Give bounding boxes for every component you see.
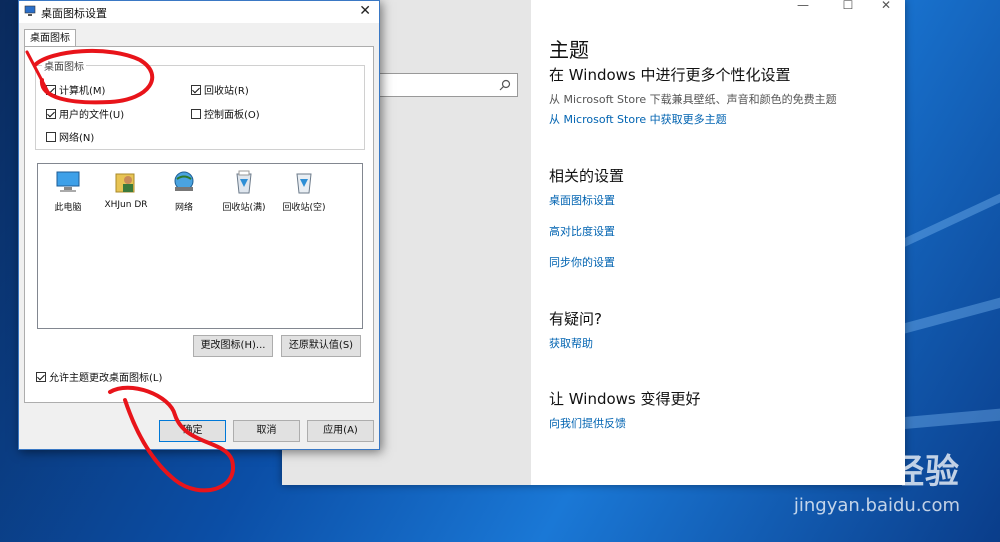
related-settings-heading: 相关的设置 [549,167,625,185]
checkbox-computer[interactable]: 计算机(M) [46,82,105,97]
desktop-icon-settings-dialog: 桌面图标设置 ✕ 桌面图标 桌面图标 计算机(M) 回收站(R) 用户的文件(U… [18,0,380,450]
checkbox-label: 计算机(M) [59,86,106,97]
search-icon [499,79,511,91]
watermark-logo: Baidu经验 [775,452,960,492]
checkbox-allow-themes[interactable]: 允许主题更改桌面图标(L) [36,369,162,384]
checkbox-label: 用户的文件(U) [59,110,125,121]
page-title: 主题 [549,38,589,62]
icon-item-recycle-bin-full[interactable]: 回收站(满) [214,170,274,213]
icon-list: 此电脑 XHJun DR 网络 回收站(满) 回收站(空) [37,163,363,329]
settings-search-input[interactable] [374,73,518,97]
icon-item-recycle-bin-empty[interactable]: 回收站(空) [274,170,334,213]
checkbox-control-panel[interactable]: 控制面板(O) [191,106,260,121]
store-link[interactable]: 从 Microsoft Store 中获取更多主题 [549,111,727,127]
question-heading: 有疑问? [549,310,602,328]
checkbox-box[interactable] [36,371,46,382]
watermark-url: jingyan.baidu.com [793,495,960,516]
desktop-icon-settings-link[interactable]: 桌面图标设置 [549,192,615,208]
tab-desktop-icons[interactable]: 桌面图标 [24,29,76,47]
feedback-link[interactable]: 向我们提供反馈 [549,415,626,431]
ok-button[interactable]: 确定 [159,420,226,442]
user-folder-icon [115,173,135,193]
icon-item-label: 回收站(空) [282,203,326,213]
icon-item-label: 网络 [174,203,193,213]
computer-icon [56,171,80,192]
checkbox-box[interactable] [46,108,56,119]
restore-default-button[interactable]: 还原默认值(S) [281,335,361,357]
icon-item-label: XHJun DR [104,200,148,210]
checkbox-label: 控制面板(O) [204,110,260,121]
monitor-icon [24,5,36,16]
group-label: 桌面图标 [42,58,86,73]
network-icon [174,171,194,191]
checkbox-label: 网络(N) [59,133,95,144]
icon-item-user-files[interactable]: XHJun DR [96,170,156,210]
improve-windows-heading: 让 Windows 变得更好 [549,390,701,408]
icon-item-this-pc[interactable]: 此电脑 [38,170,98,213]
icon-item-network[interactable]: 网络 [154,170,214,213]
checkbox-recycle-bin[interactable]: 回收站(R) [191,82,249,97]
icon-item-label: 此电脑 [54,203,82,213]
recycle-bin-empty-icon [296,173,312,194]
maximize-button[interactable]: ☐ [833,0,863,20]
checkbox-box[interactable] [191,108,201,119]
checkbox-label: 允许主题更改桌面图标(L) [49,373,163,384]
close-button[interactable]: ✕ [871,0,901,20]
dialog-title: 桌面图标设置 [41,7,107,20]
minimize-button[interactable]: — [788,0,818,20]
checkbox-user-files[interactable]: 用户的文件(U) [46,106,124,121]
recycle-bin-full-icon [236,170,252,194]
high-contrast-settings-link[interactable]: 高对比度设置 [549,223,615,239]
change-icon-button[interactable]: 更改图标(H)... [193,335,273,357]
desktop-icons-group: 桌面图标 计算机(M) 回收站(R) 用户的文件(U) 控制面板(O) 网络(N… [35,58,365,150]
baidu-watermark: Baidu经验 jingyan.baidu.com [776,444,960,516]
checkbox-box[interactable] [46,131,56,142]
checkbox-box[interactable] [191,84,201,95]
cancel-button[interactable]: 取消 [233,420,300,442]
checkbox-network[interactable]: 网络(N) [46,129,94,144]
checkbox-box[interactable] [46,84,56,95]
sync-settings-link[interactable]: 同步你的设置 [549,254,615,270]
apply-button[interactable]: 应用(A) [307,420,374,442]
personalize-heading: 在 Windows 中进行更多个性化设置 [549,66,791,84]
store-description: 从 Microsoft Store 下载兼具壁纸、声音和颜色的免费主题 [549,93,837,106]
icon-item-label: 回收站(满) [222,203,266,213]
get-help-link[interactable]: 获取帮助 [549,335,593,351]
dialog-titlebar: 桌面图标设置 ✕ [19,1,379,23]
checkbox-label: 回收站(R) [204,86,249,97]
dialog-close-button[interactable]: ✕ [359,3,371,19]
settings-content-pane: — ☐ ✕ 主题 在 Windows 中进行更多个性化设置 从 Microsof… [531,0,905,485]
